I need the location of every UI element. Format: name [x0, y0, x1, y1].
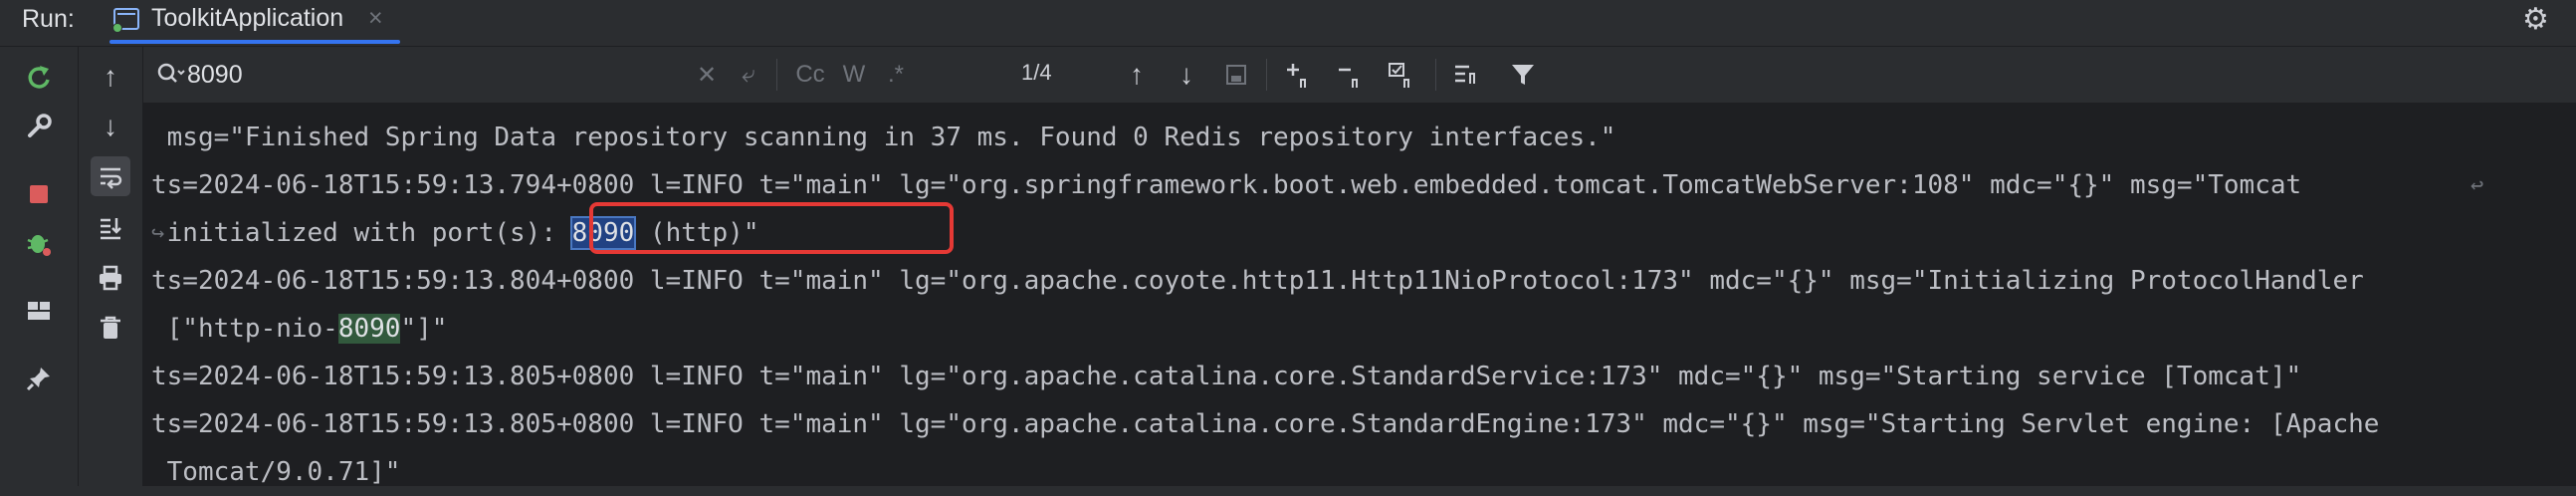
console-line: ts=2024-06-18T15:59:13.805+0800 l=INFO t…: [151, 409, 2380, 439]
separator: [1266, 59, 1267, 91]
add-filter-icon[interactable]: [1278, 55, 1322, 95]
wrench-icon[interactable]: [19, 107, 59, 146]
tab-active-indicator: [109, 40, 400, 44]
console-line: ["http-nio-8090"]": [151, 305, 447, 353]
remove-filter-icon[interactable]: [1330, 55, 1374, 95]
previous-occurrence-icon[interactable]: ↑: [1117, 55, 1157, 95]
arrow-up-icon[interactable]: ↑: [91, 57, 130, 97]
filter-settings-icon[interactable]: [1382, 55, 1425, 95]
match-count: 1/4: [1021, 60, 1052, 85]
run-actions-toolbar: [0, 47, 79, 486]
console-line: ts=2024-06-18T15:59:13.805+0800 l=INFO t…: [151, 362, 2302, 391]
match-case-button[interactable]: Cc: [790, 55, 830, 95]
separator: [776, 59, 777, 91]
layout-icon[interactable]: [19, 291, 59, 331]
regex-button[interactable]: .*: [876, 55, 916, 95]
debug-bug-icon[interactable]: [19, 223, 59, 263]
console-line: ts=2024-06-18T15:59:13.794+0800 l=INFO t…: [151, 170, 2302, 200]
tab-close-icon[interactable]: ×: [368, 4, 383, 33]
console-output[interactable]: msg="Finished Spring Data repository sca…: [143, 104, 2576, 487]
soft-wrap-start-icon: ↪: [151, 221, 165, 246]
soft-wrap-end-icon: ↩: [2470, 173, 2484, 198]
soft-wrap-icon[interactable]: [91, 156, 130, 196]
run-label: Run:: [22, 5, 75, 33]
funnel-filter-icon[interactable]: [1501, 55, 1545, 95]
console-line: Tomcat/9.0.71]": [151, 457, 401, 487]
pin-icon[interactable]: [19, 359, 59, 398]
console-line: initialized with port(s): 8090 (http)": [151, 209, 759, 257]
trash-icon[interactable]: [91, 308, 130, 348]
console-text: "]": [400, 314, 448, 344]
filter-results-icon[interactable]: [1447, 55, 1491, 95]
run-tool-window-header: Run: ToolkitApplication × ⚙: [0, 0, 2576, 47]
search-history-icon[interactable]: ⤶: [731, 55, 766, 95]
console-text: initialized with port(s):: [151, 218, 572, 248]
gear-icon[interactable]: ⚙: [2522, 2, 2549, 37]
console-actions-toolbar: ↑ ↓: [79, 47, 143, 486]
arrow-down-icon[interactable]: ↓: [91, 107, 130, 146]
separator: [1435, 59, 1436, 91]
rerun-icon[interactable]: [19, 58, 59, 98]
scroll-to-end-icon[interactable]: [91, 208, 130, 248]
clear-search-icon[interactable]: ✕: [689, 55, 725, 95]
console-text: (http)": [634, 218, 759, 248]
console-line: ts=2024-06-18T15:59:13.804+0800 l=INFO t…: [151, 266, 2364, 296]
tab-label: ToolkitApplication: [151, 4, 344, 32]
stop-icon[interactable]: [19, 174, 59, 214]
tab-toolkit-application[interactable]: ToolkitApplication ×: [107, 0, 402, 46]
console-line: msg="Finished Spring Data repository sca…: [151, 123, 1616, 152]
search-match: 8090: [337, 314, 401, 344]
selected-search-match: 8090: [569, 216, 637, 250]
select-all-occurrences-icon[interactable]: [1216, 55, 1256, 95]
console-text: ["http-nio-: [151, 314, 338, 344]
print-icon[interactable]: [91, 258, 130, 298]
next-occurrence-icon[interactable]: ↓: [1167, 55, 1206, 95]
whole-words-button[interactable]: W: [834, 55, 874, 95]
application-window-icon: [112, 8, 139, 33]
find-bar: ✕ ⤶ Cc W .* 1/4 ↑ ↓: [143, 47, 2576, 104]
